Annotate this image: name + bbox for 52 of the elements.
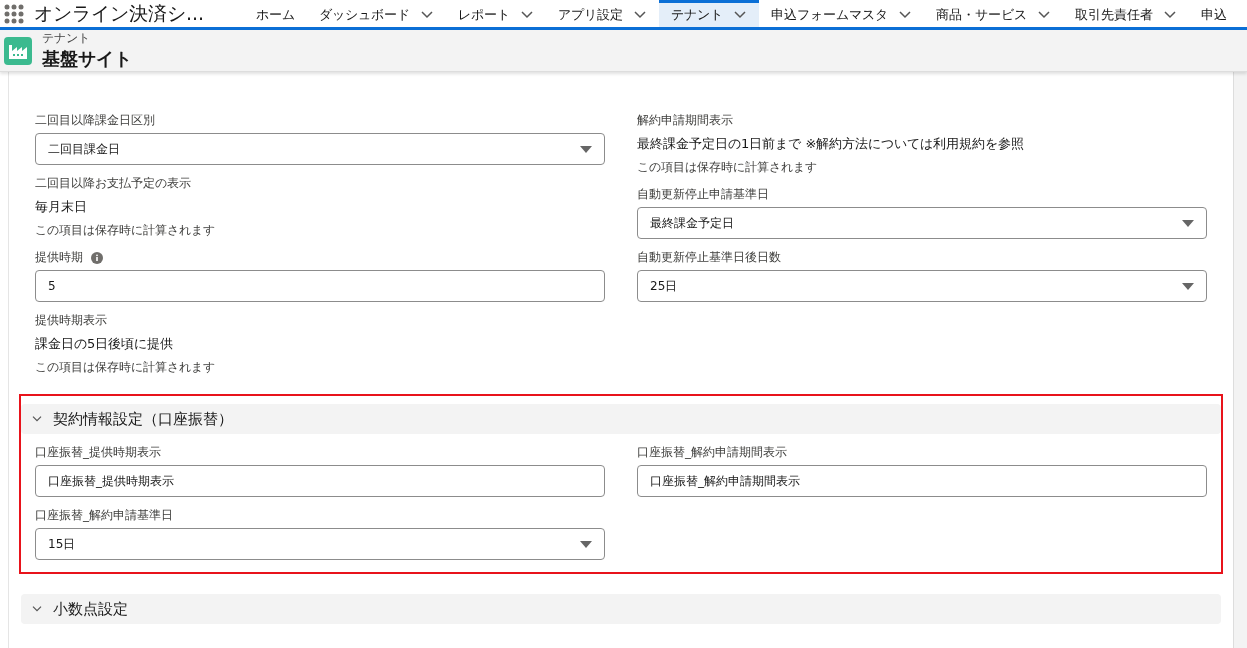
field-label: 提供時期表示 (35, 312, 108, 329)
field-value: 毎月末日 (35, 198, 88, 216)
field-label: 解約申請期間表示 (637, 112, 734, 129)
section-header[interactable]: 小数点設定 (21, 594, 1221, 624)
dropdown-arrow-icon (1182, 282, 1194, 290)
chevron-down-icon (1163, 10, 1178, 20)
dropdown-arrow-icon (1182, 219, 1194, 227)
app-name: オンライン決済シ... (34, 0, 205, 26)
chevron-down-icon (898, 10, 913, 20)
field-label: 口座振替_解約申請期間表示 (637, 444, 788, 461)
nav-tab[interactable]: 申込 (1189, 0, 1240, 27)
field-label: 提供時期 (35, 249, 83, 266)
info-icon[interactable] (91, 251, 103, 264)
nav-tab[interactable]: ダッシュボード (307, 0, 447, 27)
input-field[interactable]: 5 (35, 270, 605, 302)
scrollbar[interactable] (1233, 72, 1247, 648)
record-title: 基盤サイト (42, 47, 132, 71)
field-note: この項目は保存時に計算されます (35, 222, 216, 239)
input-field[interactable]: 口座振替_解約申請期間表示 (637, 465, 1207, 497)
object-label: テナント (42, 30, 91, 47)
chevron-down-icon (420, 10, 435, 20)
field-label: 二回目以降お支払予定の表示 (35, 175, 192, 192)
field-label: 自動更新停止基準日後日数 (637, 249, 782, 266)
dropdown-arrow-icon (580, 145, 592, 153)
chevron-down-icon (733, 10, 748, 20)
dropdown-arrow-icon (580, 540, 592, 548)
field-note: この項目は保存時に計算されます (637, 159, 818, 176)
nav-tab[interactable]: レポート (446, 0, 547, 27)
nav-tab[interactable]: 商品・サービス (924, 0, 1064, 27)
field-label: 自動更新停止申請基準日 (637, 186, 770, 203)
app-launcher-icon[interactable] (4, 3, 24, 24)
field-label: 二回目以降課金日区別 (35, 112, 156, 129)
field-note: この項目は保存時に計算されます (35, 359, 216, 376)
nav-tab[interactable]: アプリ設定 (546, 0, 660, 27)
select-field[interactable]: 最終課金予定日 (637, 207, 1207, 239)
input-field[interactable]: 口座振替_提供時期表示 (35, 465, 605, 497)
select-field[interactable]: 二回目課金日 (35, 133, 605, 165)
chevron-down-icon (1037, 10, 1052, 20)
factory-icon (4, 36, 32, 65)
chevron-down-icon (520, 10, 535, 20)
nav-tab[interactable]: テナント (659, 0, 760, 27)
field-label: 口座振替_解約申請基準日 (35, 507, 174, 524)
nav-tab[interactable]: 取引先責任者 (1063, 0, 1190, 27)
section-header[interactable]: 契約情報設定（口座振替） (21, 404, 1221, 434)
field-value: 最終課金予定日の1日前まで ※解約方法については利用規約を参照 (637, 135, 1026, 153)
select-field[interactable]: 15日 (35, 528, 605, 560)
nav-tab[interactable]: 申込フォームマスタ (759, 0, 925, 27)
field-label: 口座振替_提供時期表示 (35, 444, 162, 461)
nav-tab[interactable]: ホーム (244, 0, 308, 27)
select-field[interactable]: 25日 (637, 270, 1207, 302)
chevron-down-icon (633, 10, 648, 20)
field-value: 課金日の5日後頃に提供 (35, 335, 175, 353)
